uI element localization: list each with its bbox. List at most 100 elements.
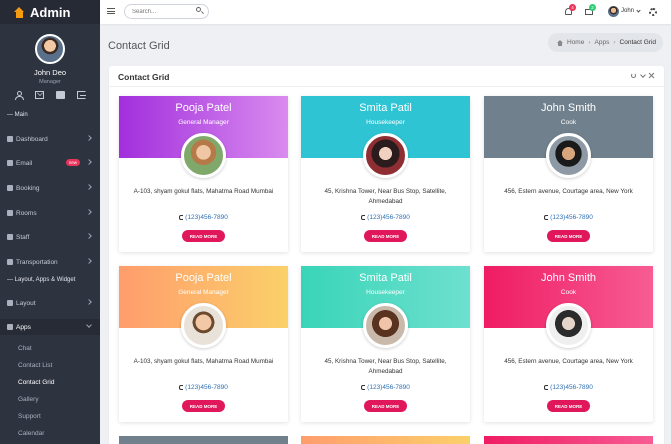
- contact-address: 45, Krishna Tower, Near Bus Stop, Satell…: [324, 358, 447, 375]
- contact-address: A-103, shyam gokul flats, Mahatma Road M…: [133, 188, 274, 195]
- contact-phone: (123)456-7890: [301, 214, 470, 221]
- sidebar-item-label: Email: [16, 159, 33, 167]
- contact-address: 456, Estern avenue, Courtage area, New Y…: [504, 358, 633, 365]
- notification-badge: 4: [569, 4, 576, 11]
- chevron-right-icon: [86, 135, 92, 141]
- sidebar-subitem-calendar[interactable]: Calendar: [0, 427, 100, 441]
- section-label-layout: — Layout, Apps & Widget: [7, 277, 76, 283]
- contact-role: Cook: [560, 119, 577, 126]
- contact-card: Smita Patil Housekeeper 45, Krishna Towe…: [301, 266, 470, 422]
- chevron-right-icon: [86, 209, 92, 215]
- read-more-button[interactable]: READ MORE: [547, 400, 590, 412]
- sidebar-item-label: Staff: [16, 233, 30, 241]
- refresh-icon[interactable]: [631, 73, 636, 78]
- read-more-button[interactable]: READ MORE: [364, 400, 407, 412]
- sidebar-item-apps[interactable]: Apps: [0, 319, 100, 335]
- gear-icon[interactable]: [649, 8, 657, 16]
- contact-card: John Smith Cook 456, Estern avenue, Cour…: [484, 96, 653, 252]
- logout-icon[interactable]: [77, 91, 86, 99]
- key-icon: [7, 210, 13, 216]
- contact-card: Pooja Patel General Manager A-103, shyam…: [119, 96, 288, 252]
- monitor-icon: [7, 300, 13, 306]
- panel-title: Contact Grid: [118, 72, 170, 82]
- phone-number: (123)456-7890: [367, 384, 410, 391]
- contact-name: John Smith: [540, 272, 597, 284]
- staff-icon: [7, 234, 13, 240]
- contact-phone: (123)456-7890: [119, 214, 288, 221]
- user-avatar[interactable]: [608, 6, 619, 17]
- sidebar-item-layout[interactable]: Layout: [0, 295, 100, 311]
- breadcrumb-home[interactable]: Home: [567, 39, 584, 46]
- read-more-button[interactable]: READ MORE: [182, 230, 225, 242]
- sidebar-item-transportation[interactable]: Transportation: [0, 254, 100, 270]
- breadcrumb-separator: ›: [588, 39, 591, 46]
- read-more-button[interactable]: READ MORE: [547, 230, 590, 242]
- sidebar-item-staff[interactable]: Staff: [0, 229, 100, 245]
- sidebar-subitem-chat[interactable]: Chat: [0, 342, 100, 356]
- panel-divider: [109, 86, 664, 87]
- sidebar-item-booking[interactable]: Booking: [0, 180, 100, 196]
- contact-role: Housekeeper: [366, 119, 405, 126]
- sidebar-subitem-contact-list[interactable]: Contact List: [0, 359, 100, 373]
- contact-avatar: [546, 133, 591, 178]
- chat-icon[interactable]: [56, 91, 65, 99]
- search-icon[interactable]: [196, 7, 201, 12]
- profile-actions: [0, 85, 100, 100]
- contact-avatar: [546, 303, 591, 348]
- chevron-right-icon: [86, 159, 92, 165]
- contact-address: 45, Krishna Tower, Near Bus Stop, Satell…: [324, 188, 447, 205]
- sidebar-item-label: Transportation: [16, 258, 58, 266]
- breadcrumb-separator: ›: [613, 39, 616, 46]
- close-icon[interactable]: [649, 73, 654, 78]
- user-name[interactable]: John: [621, 8, 634, 14]
- contact-card-partial: [484, 436, 653, 444]
- booking-icon: [7, 185, 13, 191]
- brand[interactable]: Admin: [0, 0, 100, 24]
- phone-number: (123)456-7890: [550, 384, 593, 391]
- contact-phone: (123)456-7890: [484, 214, 653, 221]
- sidebar-subitem-support[interactable]: Support: [0, 410, 100, 424]
- contact-phone: (123)456-7890: [119, 384, 288, 391]
- brand-name: Admin: [30, 4, 71, 20]
- collapse-icon[interactable]: [640, 73, 645, 78]
- contact-avatar: [181, 133, 226, 178]
- email-icon: [7, 160, 13, 166]
- contact-card: Smita Patil Housekeeper 45, Krishna Towe…: [301, 96, 470, 252]
- contact-card-partial: [301, 436, 470, 444]
- menu-toggle-icon[interactable]: [107, 8, 115, 14]
- sidebar: Admin John Deo Manager — Main Dashboard …: [0, 0, 100, 444]
- sidebar-item-rooms[interactable]: Rooms: [0, 205, 100, 221]
- sidebar-subitem-contact-grid[interactable]: Contact Grid: [0, 376, 100, 390]
- mail-icon[interactable]: [35, 91, 44, 99]
- contact-address: A-103, shyam gokul flats, Mahatma Road M…: [133, 358, 274, 365]
- contact-card-partial: [119, 436, 288, 444]
- sidebar-item-email[interactable]: Email new: [0, 155, 100, 171]
- bus-icon: [7, 259, 13, 265]
- read-more-button[interactable]: READ MORE: [364, 230, 407, 242]
- section-label-main: — Main: [7, 112, 28, 118]
- contact-name: Pooja Patel: [175, 102, 232, 114]
- phone-icon: [361, 385, 366, 390]
- phone-icon: [361, 215, 366, 220]
- contact-card: John Smith Cook 456, Estern avenue, Cour…: [484, 266, 653, 422]
- sidebar-item-label: Dashboard: [16, 135, 48, 143]
- phone-icon: [179, 215, 184, 220]
- sidebar-item-label: Booking: [16, 184, 40, 192]
- read-more-button[interactable]: READ MORE: [182, 400, 225, 412]
- breadcrumb-apps[interactable]: Apps: [595, 39, 610, 46]
- user-icon[interactable]: [14, 91, 24, 100]
- page-title: Contact Grid: [108, 40, 170, 52]
- dashboard-icon: [7, 136, 13, 142]
- contact-name: Smita Patil: [359, 102, 412, 114]
- contact-avatar: [363, 303, 408, 348]
- profile-name: John Deo: [33, 68, 67, 77]
- sidebar-item-dashboard[interactable]: Dashboard: [0, 131, 100, 147]
- profile-avatar[interactable]: [35, 34, 65, 64]
- sidebar-subitem-gallery[interactable]: Gallery: [0, 393, 100, 407]
- contact-phone: (123)456-7890: [484, 384, 653, 391]
- contact-role: Housekeeper: [366, 289, 405, 296]
- home-logo-icon: [14, 6, 25, 18]
- chevron-down-icon[interactable]: [636, 8, 641, 13]
- contact-card: Pooja Patel General Manager A-103, shyam…: [119, 266, 288, 422]
- contact-address: 456, Estern avenue, Courtage area, New Y…: [504, 188, 633, 195]
